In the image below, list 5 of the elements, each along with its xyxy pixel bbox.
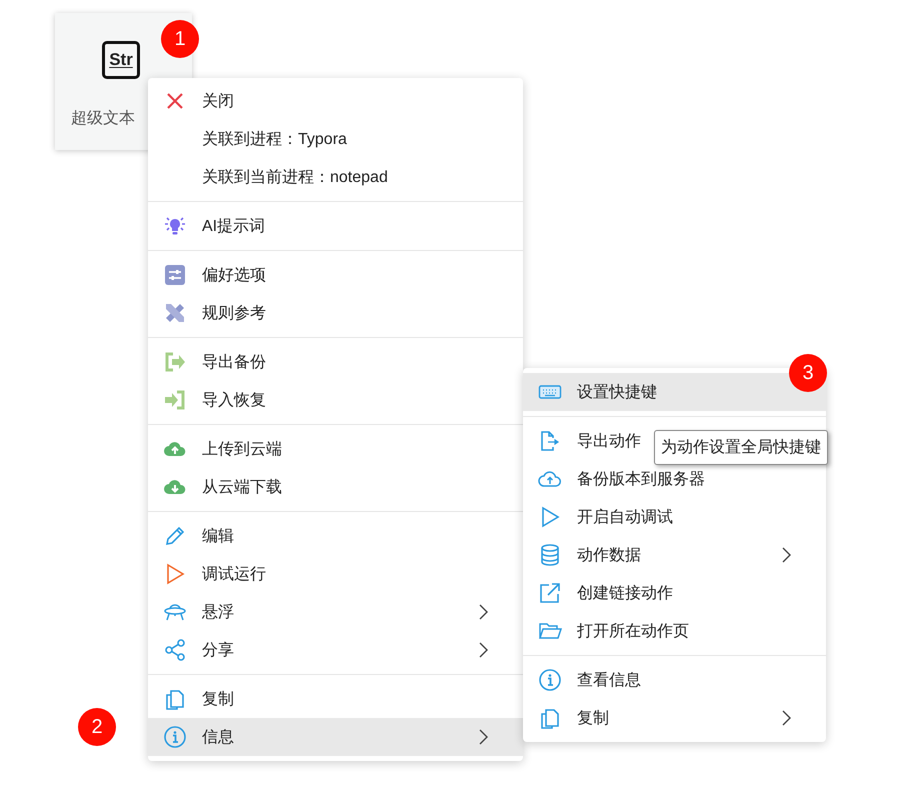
card-label: 超级文本	[71, 108, 135, 129]
logo-icon: Str	[102, 41, 140, 79]
step-badge: 2	[78, 708, 116, 746]
tooltip: 为动作设置全局快捷键	[654, 430, 828, 465]
step-badge: 3	[789, 354, 827, 392]
